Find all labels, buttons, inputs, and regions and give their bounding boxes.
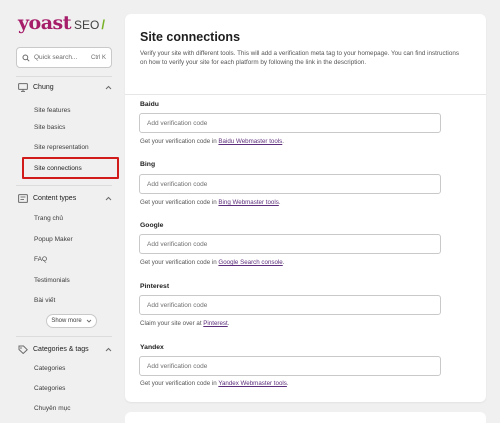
sidebar-group-label: Categories & tags [33, 345, 89, 353]
help-text: Get your verification code in [140, 199, 219, 206]
help-text: Get your verification code in [140, 380, 219, 387]
logo-slash-icon: / [101, 17, 105, 32]
sidebar-item-chuyen-muc[interactable]: Chuyên mục [34, 405, 71, 412]
bing-verification-input[interactable] [139, 174, 441, 194]
google-search-console-link[interactable]: Google Search console [218, 259, 282, 266]
search-shortcut: Ctrl K [91, 54, 106, 61]
baidu-help: Get your verification code in Baidu Webm… [140, 138, 284, 145]
help-text: . [282, 138, 285, 145]
google-verification-input[interactable] [139, 234, 441, 254]
search-input[interactable] [34, 54, 86, 61]
next-card [125, 412, 486, 423]
help-text: Get your verification code in [140, 259, 219, 266]
bing-label: Bing [140, 161, 156, 168]
chevron-down-icon [86, 319, 91, 323]
baidu-label: Baidu [140, 101, 159, 108]
help-text: . [286, 380, 289, 387]
baidu-webmaster-link[interactable]: Baidu Webmaster tools [218, 138, 282, 145]
sidebar-divider [16, 185, 112, 186]
google-help: Get your verification code in Google Sea… [140, 259, 284, 266]
sidebar-divider [16, 336, 112, 337]
pinterest-link[interactable]: Pinterest [203, 320, 227, 327]
pinterest-label: Pinterest [140, 283, 170, 290]
yandex-webmaster-link[interactable]: Yandex Webmaster tools [218, 380, 287, 387]
bing-help: Get your verification code in Bing Webma… [140, 199, 281, 206]
card-divider [125, 94, 486, 95]
tag-icon [18, 345, 28, 354]
sidebar-item-site-features[interactable]: Site features [34, 107, 71, 114]
sidebar-group-general[interactable]: Chung [18, 80, 112, 94]
document-icon [18, 193, 28, 203]
sidebar-divider [16, 76, 112, 77]
chevron-up-icon [105, 196, 112, 200]
baidu-verification-input[interactable] [139, 113, 441, 133]
sidebar-item-home[interactable]: Trang chủ [34, 215, 63, 222]
sidebar: yoast SEO / Ctrl K Chung Site features S… [0, 0, 125, 423]
help-text: Claim your site over at [140, 320, 204, 327]
sidebar-item-testimonials[interactable]: Testimonials [34, 277, 70, 284]
desktop-icon [18, 82, 28, 92]
search-icon [22, 53, 30, 62]
page-title: Site connections [140, 30, 241, 44]
help-text: . [282, 259, 285, 266]
quick-search[interactable]: Ctrl K [16, 47, 112, 68]
help-text: . [227, 320, 230, 327]
chevron-up-icon [105, 347, 112, 351]
yandex-label: Yandex [140, 344, 164, 351]
sidebar-item-popup-maker[interactable]: Popup Maker [34, 236, 73, 243]
pinterest-verification-input[interactable] [139, 295, 441, 315]
site-connections-card: Site connections Verify your site with d… [125, 14, 486, 402]
pinterest-help: Claim your site over at Pinterest. [140, 320, 229, 327]
google-label: Google [140, 222, 164, 229]
help-text: Get your verification code in [140, 138, 219, 145]
show-more-button[interactable]: Show more [46, 314, 97, 328]
sidebar-item-categories[interactable]: Categories [34, 365, 65, 372]
chevron-up-icon [105, 85, 112, 89]
help-text: . [278, 199, 281, 206]
sidebar-item-site-representation[interactable]: Site representation [34, 144, 89, 151]
sidebar-item-faq[interactable]: FAQ [34, 256, 47, 263]
sidebar-group-label: Content types [33, 194, 77, 202]
show-more-label: Show more [51, 318, 82, 324]
sidebar-item-site-connections[interactable]: Site connections [22, 157, 119, 179]
page-description: Verify your site with different tools. T… [140, 50, 459, 66]
sidebar-group-label: Chung [33, 83, 54, 91]
sidebar-group-categories-tags[interactable]: Categories & tags [18, 342, 112, 356]
sidebar-item-site-basics[interactable]: Site basics [34, 124, 65, 131]
logo-wordmark: yoast [18, 12, 72, 34]
yoast-logo[interactable]: yoast SEO / [18, 12, 105, 34]
sidebar-group-content-types[interactable]: Content types [18, 191, 112, 205]
sidebar-item-posts[interactable]: Bài viết [34, 297, 55, 304]
yandex-help: Get your verification code in Yandex Web… [140, 380, 289, 387]
sidebar-item-categories[interactable]: Categories [34, 385, 65, 392]
logo-product: SEO [74, 18, 100, 32]
bing-webmaster-link[interactable]: Bing Webmaster tools [218, 199, 278, 206]
yandex-verification-input[interactable] [139, 356, 441, 376]
sidebar-item-label: Site connections [34, 164, 82, 172]
